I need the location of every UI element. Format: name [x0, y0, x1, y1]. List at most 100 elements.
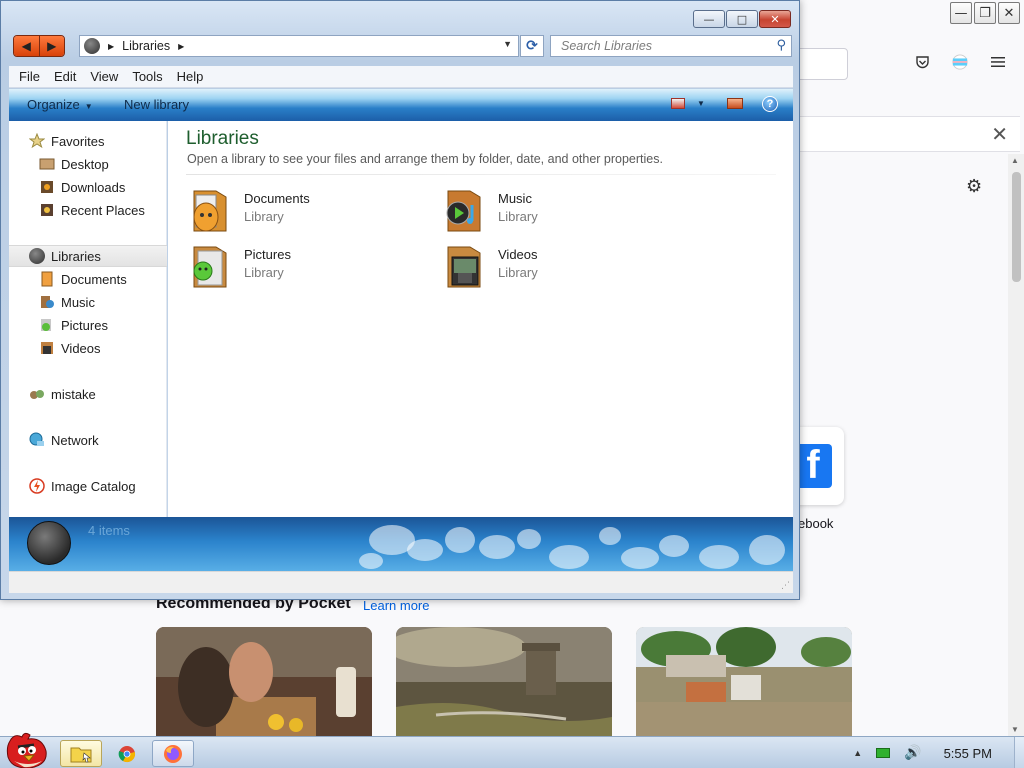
- nav-documents[interactable]: Documents: [9, 268, 167, 290]
- bokeh-decoration: [599, 527, 621, 545]
- favorites-star-icon: [29, 133, 45, 149]
- search-box[interactable]: ⚲: [550, 35, 792, 57]
- view-options-dropdown-icon[interactable]: ▼: [697, 99, 705, 108]
- nav-homegroup-mistake[interactable]: mistake: [9, 383, 167, 405]
- downloads-icon: [41, 181, 53, 193]
- caption-buttons: — □ ✕: [693, 10, 791, 28]
- pocket-card-cooking[interactable]: [156, 627, 372, 736]
- clock[interactable]: 5:55 PM: [944, 746, 992, 761]
- bokeh-decoration: [359, 553, 383, 569]
- topsite-label[interactable]: ebook: [798, 516, 833, 531]
- search-input[interactable]: [551, 36, 761, 56]
- view-options-icon[interactable]: [671, 98, 685, 109]
- library-type: Library: [244, 265, 284, 280]
- divider: [186, 174, 776, 175]
- breadcrumb-separator[interactable]: ▶: [108, 42, 114, 51]
- nav-music[interactable]: Music: [9, 291, 167, 313]
- scroll-up-icon[interactable]: ▲: [1011, 156, 1019, 165]
- chrome-icon: [118, 745, 136, 762]
- firefox-minimize-button[interactable]: —: [950, 2, 972, 24]
- content-pane: Libraries Open a library to see your fil…: [168, 121, 793, 517]
- castle-photo: [396, 627, 612, 736]
- bokeh-decoration: [621, 547, 659, 569]
- start-button-angry-bird-icon[interactable]: [4, 731, 50, 768]
- documents-library-icon: [193, 190, 227, 232]
- explorer-icon: [70, 747, 92, 762]
- explorer-window: — □ ✕ ◀ ▶ ▶ Libraries ▶ ▼ ⟳ ⚲ File Edit …: [0, 0, 800, 600]
- bokeh-decoration: [699, 545, 739, 569]
- flood-photo: [636, 627, 852, 736]
- firefox-taskbar-button[interactable]: [152, 740, 194, 767]
- close-button[interactable]: ✕: [759, 10, 791, 28]
- menu-icon[interactable]: [990, 54, 1006, 70]
- nav-image-catalog[interactable]: Image Catalog: [9, 475, 167, 497]
- show-desktop-button[interactable]: [1014, 737, 1024, 768]
- nav-videos[interactable]: Videos: [9, 337, 167, 359]
- preview-pane-icon[interactable]: [727, 98, 743, 109]
- volume-icon[interactable]: 🔊: [904, 745, 921, 761]
- scroll-thumb[interactable]: [1012, 172, 1021, 282]
- menu-view[interactable]: View: [90, 69, 118, 84]
- bokeh-decoration: [407, 539, 443, 561]
- pocket-card-flood[interactable]: [636, 627, 852, 736]
- nav-pictures[interactable]: Pictures: [9, 314, 167, 336]
- library-name: Videos: [498, 247, 538, 262]
- nav-recent-places[interactable]: Recent Places: [9, 199, 167, 221]
- explorer-taskbar-button[interactable]: [60, 740, 102, 767]
- menu-help[interactable]: Help: [177, 69, 204, 84]
- libraries-large-icon: [27, 521, 71, 565]
- firefox-search-band[interactable]: [798, 116, 1020, 152]
- refresh-button[interactable]: ⟳: [520, 35, 544, 57]
- nav-libraries[interactable]: Libraries: [9, 245, 167, 267]
- firefox-close-button[interactable]: ✕: [998, 2, 1020, 24]
- help-button[interactable]: ?: [762, 96, 778, 112]
- nav-desktop[interactable]: Desktop: [9, 153, 167, 175]
- firefox-scrollbar[interactable]: ▲ ▼: [1008, 154, 1024, 736]
- library-music[interactable]: Music Library: [444, 187, 664, 237]
- back-button[interactable]: ◀: [14, 36, 39, 56]
- scroll-down-icon[interactable]: ▼: [1011, 725, 1019, 734]
- resize-grip-icon[interactable]: ⋰: [781, 581, 790, 591]
- library-type: Library: [498, 265, 538, 280]
- nav-music-label: Music: [61, 294, 95, 310]
- forward-button[interactable]: ▶: [38, 36, 64, 56]
- new-library-button[interactable]: New library: [124, 97, 189, 112]
- battery-icon[interactable]: [876, 748, 891, 758]
- gear-icon[interactable]: ⚙: [966, 176, 982, 197]
- library-documents[interactable]: Documents Library: [190, 187, 410, 237]
- show-hidden-icons-icon[interactable]: ▲: [853, 748, 862, 758]
- bokeh-decoration: [517, 529, 541, 549]
- menu-file[interactable]: File: [19, 69, 40, 84]
- nav-image-catalog-label: Image Catalog: [51, 478, 136, 494]
- firefox-maximize-button[interactable]: ❐: [974, 2, 996, 24]
- details-pane: 4 items: [9, 517, 793, 571]
- library-type: Library: [244, 209, 284, 224]
- minimize-button[interactable]: —: [693, 10, 725, 28]
- breadcrumb-libraries[interactable]: Libraries: [122, 39, 170, 53]
- videos-icon: [41, 342, 53, 354]
- bokeh-decoration: [659, 535, 689, 557]
- pocket-card-castle[interactable]: [396, 627, 612, 736]
- command-bar: Organize ▼ New library ▼ ?: [9, 89, 793, 121]
- chrome-taskbar-button[interactable]: [106, 740, 148, 767]
- close-icon[interactable]: ✕: [991, 122, 1008, 146]
- nav-favorites[interactable]: Favorites: [9, 130, 167, 152]
- address-dropdown-icon[interactable]: ▼: [503, 39, 512, 49]
- pocket-learn-more-link[interactable]: Learn more: [363, 598, 429, 613]
- nav-downloads[interactable]: Downloads: [9, 176, 167, 198]
- address-bar[interactable]: ▶ Libraries ▶ ▼: [79, 35, 519, 57]
- back-forward-buttons: ◀ ▶: [13, 35, 65, 57]
- nav-network[interactable]: Network: [9, 429, 167, 451]
- maximize-button[interactable]: □: [726, 10, 758, 28]
- library-videos[interactable]: Videos Library: [444, 243, 664, 293]
- menu-edit[interactable]: Edit: [54, 69, 76, 84]
- firefox-toolbar-icons: [914, 54, 1006, 70]
- breadcrumb-separator[interactable]: ▶: [178, 42, 184, 51]
- bokeh-decoration: [549, 545, 589, 569]
- menu-tools[interactable]: Tools: [132, 69, 162, 84]
- account-icon[interactable]: [952, 54, 968, 70]
- search-icon[interactable]: ⚲: [776, 38, 786, 53]
- organize-button[interactable]: Organize ▼: [27, 97, 93, 112]
- pocket-icon[interactable]: [914, 54, 930, 70]
- library-pictures[interactable]: Pictures Library: [190, 243, 410, 293]
